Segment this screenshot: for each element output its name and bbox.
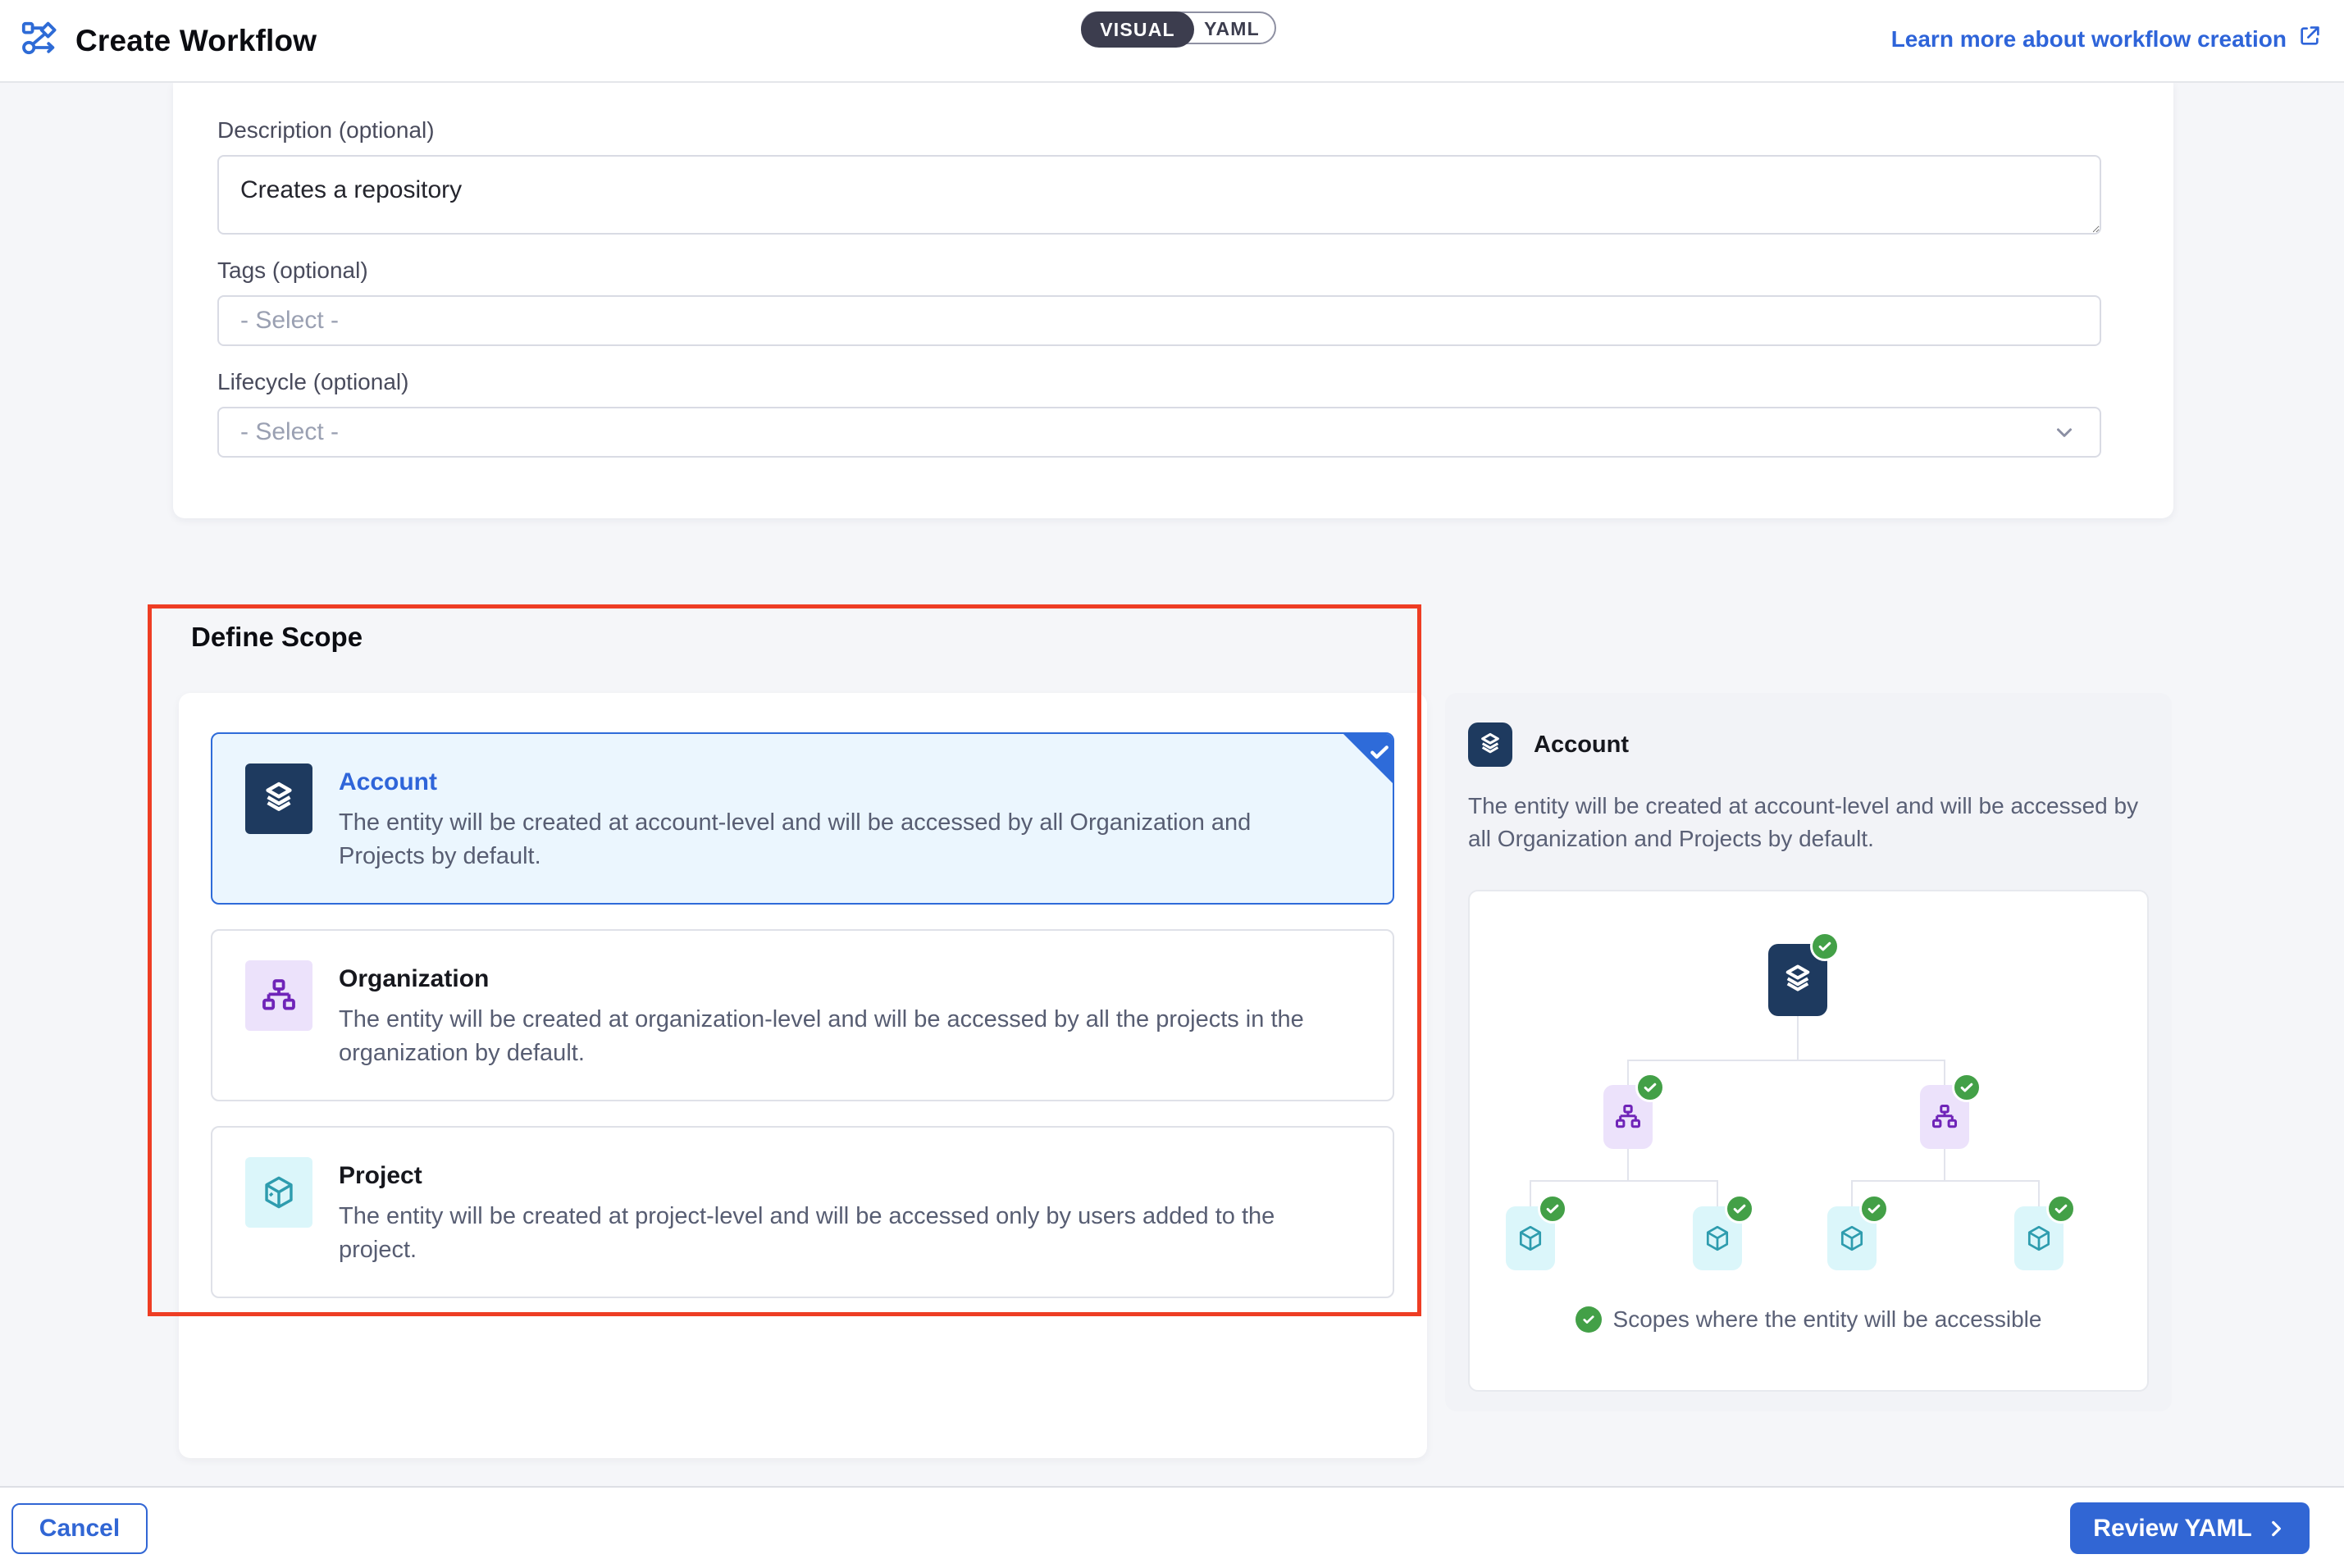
- check-badge-icon: [1635, 1073, 1665, 1102]
- page-title: Create Workflow: [75, 24, 317, 58]
- workflow-icon: [20, 20, 59, 63]
- tree-node-organization: [1603, 1085, 1653, 1149]
- check-badge-icon: [2046, 1194, 2076, 1224]
- check-badge-icon: [1810, 932, 1840, 961]
- define-scope-heading: Define Scope: [191, 622, 363, 653]
- tab-yaml[interactable]: YAML: [1189, 13, 1275, 44]
- scope-option-project[interactable]: Project The entity will be created at pr…: [211, 1126, 1394, 1298]
- option-description: The entity will be created at project-le…: [339, 1200, 1307, 1267]
- scope-tree-diagram: Scopes where the entity will be accessib…: [1468, 890, 2149, 1392]
- project-cube-icon: [245, 1157, 312, 1228]
- scope-preview-panel: Account The entity will be created at ac…: [1445, 693, 2172, 1411]
- tree-node-project: [2014, 1206, 2064, 1270]
- check-badge-icon: [1859, 1194, 1889, 1224]
- description-input[interactable]: Creates a repository: [217, 155, 2101, 235]
- option-description: The entity will be created at organizati…: [339, 1003, 1307, 1070]
- selected-check-icon: [1343, 733, 1393, 784]
- external-link-icon: [2296, 23, 2323, 55]
- legend-text: Scopes where the entity will be accessib…: [1613, 1306, 2042, 1333]
- tree-node-project: [1693, 1206, 1742, 1270]
- option-title: Account: [339, 768, 1307, 796]
- scope-option-account[interactable]: Account The entity will be created at ac…: [211, 732, 1394, 905]
- account-layers-icon: [245, 763, 312, 834]
- cancel-button[interactable]: Cancel: [11, 1503, 148, 1554]
- tags-label: Tags (optional): [217, 258, 2101, 284]
- check-badge-icon: [1576, 1306, 1602, 1333]
- tree-node-organization: [1920, 1085, 1969, 1149]
- lifecycle-label: Lifecycle (optional): [217, 369, 2101, 395]
- tags-input[interactable]: [217, 295, 2101, 346]
- option-description: The entity will be created at account-le…: [339, 806, 1307, 873]
- footer-bar: Cancel Review YAML: [0, 1486, 2344, 1568]
- scope-options-panel: Account The entity will be created at ac…: [179, 693, 1427, 1458]
- option-title: Project: [339, 1162, 1307, 1190]
- organization-chart-icon: [245, 960, 312, 1031]
- description-label: Description (optional): [217, 117, 2101, 144]
- scope-option-organization[interactable]: Organization The entity will be created …: [211, 929, 1394, 1101]
- check-badge-icon: [1952, 1073, 1981, 1102]
- mode-toggle: VISUAL YAML: [1081, 11, 1276, 44]
- tab-visual[interactable]: VISUAL: [1081, 11, 1194, 48]
- learn-more-link[interactable]: Learn more about workflow creation: [1891, 23, 2323, 55]
- check-badge-icon: [1725, 1194, 1754, 1224]
- header: Create Workflow VISUAL YAML Learn more a…: [0, 0, 2344, 83]
- tree-node-project: [1506, 1206, 1555, 1270]
- review-yaml-button[interactable]: Review YAML: [2070, 1502, 2310, 1554]
- check-badge-icon: [1538, 1194, 1567, 1224]
- option-title: Organization: [339, 965, 1307, 993]
- tree-node-account: [1768, 944, 1827, 1016]
- lifecycle-select[interactable]: [217, 407, 2101, 458]
- chevron-right-icon: [2265, 1518, 2287, 1539]
- preview-description: The entity will be created at account-le…: [1468, 790, 2149, 855]
- tree-node-project: [1827, 1206, 1877, 1270]
- preview-title: Account: [1534, 732, 1629, 759]
- account-layers-icon: [1468, 722, 1512, 767]
- workflow-form-card: Description (optional) Creates a reposit…: [173, 83, 2173, 518]
